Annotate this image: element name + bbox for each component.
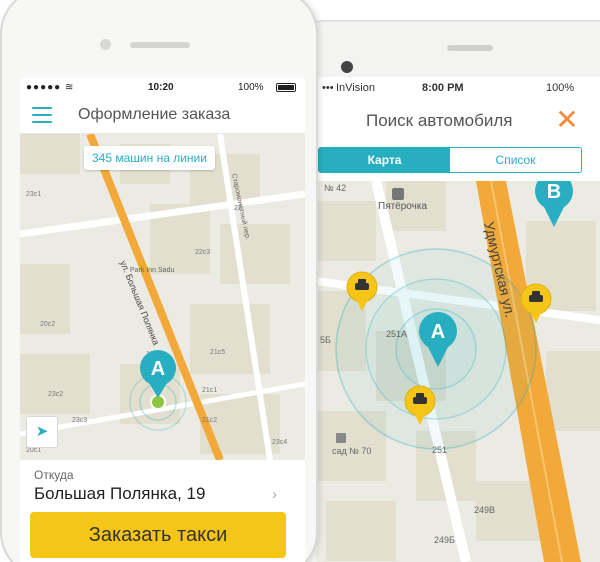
order-header: Оформление заказа bbox=[20, 98, 305, 134]
house-number: 22с3 bbox=[195, 249, 210, 256]
battery-level: 100% bbox=[238, 82, 264, 93]
pin-b-label: B bbox=[547, 181, 561, 203]
poi-label: Park Inn Sadu bbox=[130, 267, 174, 274]
house-number: 21с5 bbox=[210, 349, 225, 356]
signal-icon: ●●●●● ≋ bbox=[26, 82, 75, 93]
poi-label: Пятёрочка bbox=[378, 201, 427, 212]
location-arrow-icon: ➤ bbox=[35, 423, 49, 440]
tab-map[interactable]: Карта bbox=[319, 148, 450, 172]
close-icon[interactable]: ✕ bbox=[554, 106, 580, 134]
android-camera bbox=[341, 61, 353, 73]
garden-icon bbox=[336, 433, 346, 443]
house-number: сад № 70 bbox=[332, 446, 371, 456]
iphone-screen: ●●●●● ≋ 10:20 100% Оформление заказа ул.… bbox=[20, 78, 305, 562]
house-number: 21с1 bbox=[202, 387, 217, 394]
search-map-canvas: Пятёрочка Удмуртская ул. № 42 251А 5Б са… bbox=[316, 181, 600, 562]
order-taxi-button[interactable]: Заказать такси bbox=[30, 512, 286, 558]
house-number: 5Б bbox=[320, 335, 331, 345]
order-map[interactable]: ул. Большая Полянка Старомонетный пер. P… bbox=[20, 134, 305, 460]
android-speaker bbox=[447, 45, 493, 51]
house-number: 23с4 bbox=[272, 439, 287, 446]
house-number: 23с1 bbox=[26, 191, 41, 198]
house-number: 22 bbox=[234, 205, 242, 212]
house-number: 20с1 bbox=[26, 447, 41, 454]
chevron-right-icon[interactable]: › bbox=[272, 486, 277, 503]
battery-icon bbox=[276, 83, 296, 92]
map-block bbox=[20, 134, 80, 174]
map-block bbox=[220, 224, 290, 284]
house-number: 23с3 bbox=[72, 417, 87, 424]
house-number: 249В bbox=[474, 505, 495, 515]
pin-a-label: A bbox=[431, 321, 445, 343]
map-block bbox=[316, 201, 376, 261]
tab-list[interactable]: Список bbox=[450, 148, 581, 172]
view-toggle: Карта Список bbox=[318, 147, 582, 173]
signal-icon: ••• bbox=[322, 82, 334, 94]
map-block bbox=[20, 354, 90, 414]
android-screen: ••• InVision 8:00 PM 100% Поиск автомоби… bbox=[316, 77, 600, 562]
battery-level: 100% bbox=[546, 82, 575, 94]
page-title: Оформление заказа bbox=[78, 106, 231, 123]
menu-icon[interactable] bbox=[32, 107, 52, 123]
search-map[interactable]: Пятёрочка Удмуртская ул. № 42 251А 5Б са… bbox=[316, 181, 600, 562]
iphone-camera bbox=[100, 39, 111, 50]
house-number: 20с2 bbox=[40, 321, 55, 328]
map-block bbox=[326, 501, 396, 561]
shop-icon bbox=[392, 188, 404, 200]
promo-stage: ••• InVision 8:00 PM 100% Поиск автомоби… bbox=[0, 0, 600, 562]
house-number: 23с2 bbox=[48, 391, 63, 398]
house-number: 249Б bbox=[434, 535, 455, 545]
status-time: 10:20 bbox=[148, 82, 174, 93]
map-block bbox=[546, 351, 600, 431]
address-panel: Откуда Большая Полянка, 19 › Заказать та… bbox=[20, 460, 305, 562]
house-number: 21с2 bbox=[202, 417, 217, 424]
status-time: 8:00 PM bbox=[422, 82, 464, 94]
from-label: Откуда bbox=[34, 468, 74, 482]
pin-a-label: A bbox=[151, 358, 165, 380]
page-title: Поиск автомобиля bbox=[366, 111, 513, 130]
ios-status-bar: ●●●●● ≋ 10:20 100% bbox=[20, 78, 305, 98]
iphone-speaker bbox=[130, 42, 190, 48]
pin-b[interactable]: B bbox=[535, 181, 573, 227]
locate-me-button[interactable]: ➤ bbox=[26, 416, 58, 448]
house-number: 251 bbox=[432, 445, 447, 455]
android-status-bar: ••• InVision 8:00 PM 100% bbox=[316, 77, 600, 99]
search-header: Поиск автомобиля ✕ bbox=[316, 99, 600, 145]
house-number: № 42 bbox=[324, 183, 346, 193]
cars-online-badge: 345 машин на линии bbox=[84, 146, 215, 170]
carrier-name: InVision bbox=[336, 82, 375, 94]
from-address[interactable]: Большая Полянка, 19 bbox=[34, 484, 205, 504]
order-map-canvas: ул. Большая Полянка Старомонетный пер. P… bbox=[20, 134, 305, 460]
house-number: 251А bbox=[386, 329, 407, 339]
